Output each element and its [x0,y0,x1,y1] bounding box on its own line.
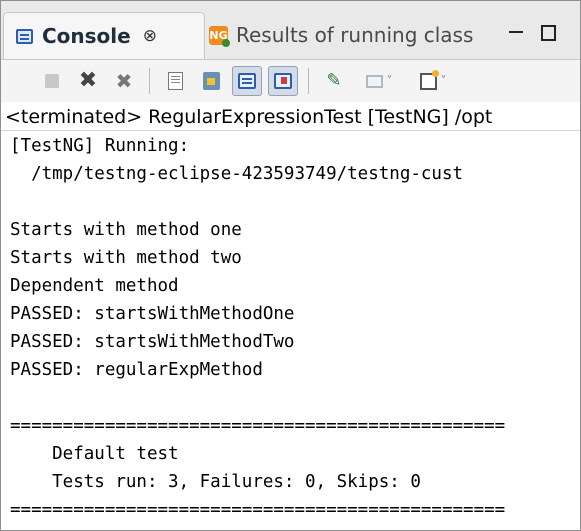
console-output[interactable]: [TestNG] Running: /tmp/testng-eclipse-42… [1,132,580,530]
maximize-icon[interactable] [541,25,556,41]
console-view: Console ⊗ NG Results of running class ✖ … [0,0,581,531]
open-console-icon [419,69,439,90]
console-line: ========================================… [10,416,506,436]
remove-all-terminated-button[interactable]: ✖ [109,66,139,96]
show-console-on-stdout-icon [238,73,256,89]
open-console-button[interactable]: ˅ [409,66,457,96]
tab-results-label: Results of running class [236,23,474,47]
chevron-down-icon[interactable]: ˅ [441,75,447,87]
show-console-on-stderr-icon [274,73,292,89]
toolbar-separator [149,68,150,94]
console-line: PASSED: startsWithMethodOne [10,304,295,324]
tab-console[interactable]: Console ⊗ [3,12,205,59]
console-line: PASSED: startsWithMethodTwo [10,332,295,352]
console-line: PASSED: regularExpMethod [10,360,263,380]
toolbar-separator [308,68,309,94]
console-line: [TestNG] Running: [10,136,190,156]
show-console-on-stdout-button[interactable] [232,66,262,96]
show-console-on-stderr-button[interactable] [268,66,298,96]
remove-launch-icon: ✖ [78,68,98,93]
view-tab-bar: Console ⊗ NG Results of running class [1,1,580,60]
process-description: <terminated> RegularExpressionTest [Test… [1,104,580,131]
console-line: Starts with method one [10,220,242,240]
console-line: Default test [10,444,179,464]
clear-console-button[interactable] [160,66,190,96]
display-selected-console-icon [365,74,383,88]
pin-console-icon: ✎ [326,70,342,91]
display-selected-console-button[interactable]: ˅ [355,66,403,96]
minimize-icon[interactable] [509,31,523,33]
remove-all-terminated-icon: ✖ [115,69,133,93]
terminate-button[interactable] [37,66,67,96]
testng-icon: NG [209,25,230,47]
tab-results-of-running-class[interactable]: NG Results of running class [207,12,497,58]
tab-console-label: Console [42,24,131,48]
console-toolbar: ✖ ✖ ✎ ˅ ˅ [1,60,580,102]
remove-launch-button[interactable]: ✖ [73,66,103,96]
scroll-lock-button[interactable] [196,66,226,96]
console-icon [16,28,33,44]
console-line: Dependent method [10,276,179,296]
clear-console-icon [167,72,183,90]
pin-console-button[interactable]: ✎ [319,66,349,96]
console-line: Tests run: 3, Failures: 0, Skips: 0 [10,472,421,492]
console-line: /tmp/testng-eclipse-423593749/testng-cus… [10,164,464,184]
scroll-lock-icon [202,72,220,90]
console-line: ========================================… [10,500,506,520]
console-line: Starts with method two [10,248,242,268]
close-icon[interactable]: ⊗ [143,27,157,45]
chevron-down-icon[interactable]: ˅ [387,75,393,87]
terminate-icon [45,74,59,88]
